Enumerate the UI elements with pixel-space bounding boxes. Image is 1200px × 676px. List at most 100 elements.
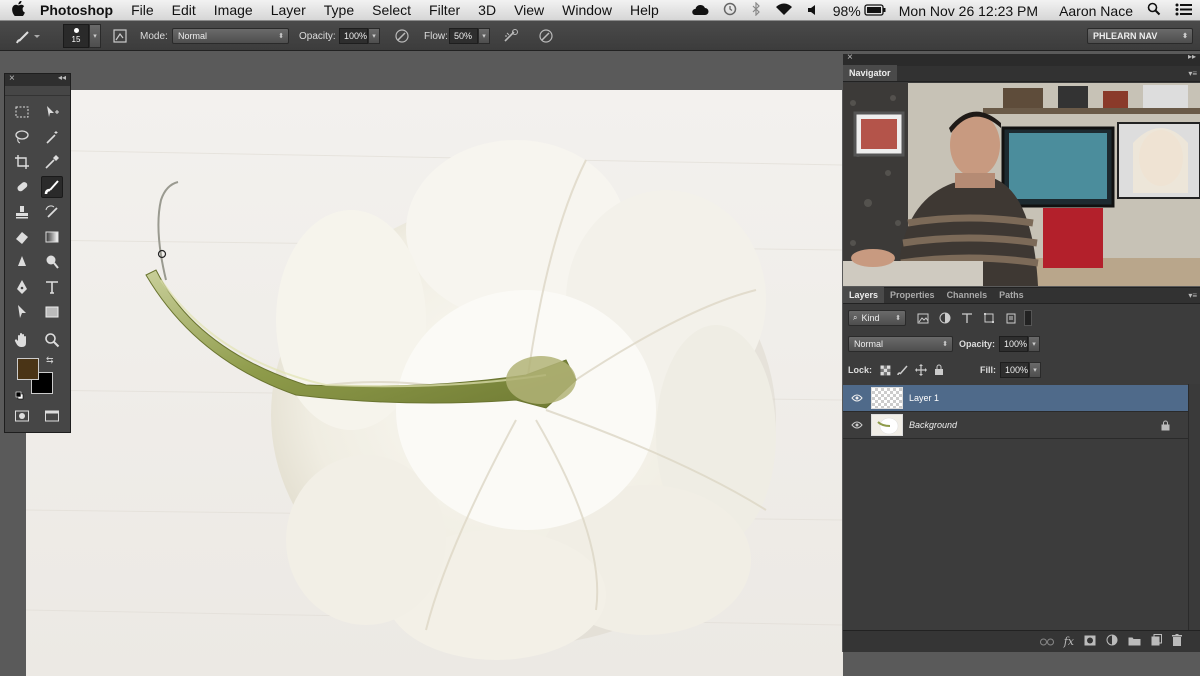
layer-opacity-dropdown[interactable]: ▾	[1028, 336, 1041, 352]
menu-help[interactable]: Help	[621, 2, 668, 18]
path-selection-tool-icon[interactable]	[11, 301, 33, 323]
type-tool-icon[interactable]	[41, 276, 63, 298]
menu-window[interactable]: Window	[553, 2, 621, 18]
fill-input[interactable]: 100%	[1000, 362, 1030, 378]
spotlight-search-icon[interactable]	[1140, 2, 1168, 19]
screen-mode-icon[interactable]	[41, 405, 63, 427]
menu-image[interactable]: Image	[205, 2, 262, 18]
clone-stamp-tool-icon[interactable]	[11, 201, 33, 223]
menu-3d[interactable]: 3D	[469, 2, 505, 18]
pressure-opacity-icon[interactable]	[392, 26, 412, 46]
opacity-dropdown[interactable]: ▾	[368, 28, 380, 44]
clock-datetime[interactable]: Mon Nov 26 12:23 PM	[892, 3, 1045, 19]
layer-row[interactable]: Background	[843, 412, 1188, 439]
lock-all-icon[interactable]	[930, 362, 948, 378]
apple-icon[interactable]	[0, 0, 36, 20]
collapse-icon[interactable]: ▸▸	[1188, 52, 1196, 61]
new-group-icon[interactable]	[1128, 633, 1141, 651]
marquee-tool-icon[interactable]	[11, 101, 33, 123]
menu-type[interactable]: Type	[315, 2, 363, 18]
lasso-tool-icon[interactable]	[11, 126, 33, 148]
wifi-icon[interactable]	[768, 3, 800, 19]
move-tool-icon[interactable]	[41, 101, 63, 123]
panel-menu-icon[interactable]: ▾≡	[1188, 291, 1197, 300]
menu-layer[interactable]: Layer	[262, 2, 315, 18]
visibility-eye-icon[interactable]	[843, 421, 871, 429]
new-layer-icon[interactable]	[1151, 633, 1162, 651]
panel-menu-icon[interactable]: ▾≡	[1188, 69, 1197, 78]
app-menu[interactable]: Photoshop	[36, 2, 122, 18]
brush-size-picker[interactable]: 15	[63, 24, 89, 48]
filter-pixel-icon[interactable]	[914, 310, 932, 326]
workspace-select[interactable]: PHLEARN NAV ⬍	[1087, 28, 1193, 44]
brush-panel-toggle-icon[interactable]	[110, 26, 130, 46]
swap-colors-icon[interactable]: ⇆	[46, 355, 54, 366]
layer-name[interactable]: Layer 1	[909, 393, 939, 403]
panel-grip[interactable]	[5, 86, 70, 96]
cloud-icon[interactable]	[684, 3, 716, 19]
visibility-eye-icon[interactable]	[843, 394, 871, 402]
close-icon[interactable]: ×	[9, 73, 15, 84]
collapse-icon[interactable]: ◂◂	[58, 73, 66, 82]
rectangle-tool-icon[interactable]	[41, 301, 63, 323]
brush-tool-icon[interactable]	[41, 176, 63, 198]
battery-label[interactable]: 98%	[826, 3, 868, 19]
link-layers-icon[interactable]	[1039, 633, 1054, 651]
fill-dropdown[interactable]: ▾	[1029, 362, 1042, 378]
tab-layers[interactable]: Layers	[843, 287, 885, 303]
hand-tool-icon[interactable]	[11, 329, 33, 351]
airbrush-icon[interactable]	[501, 26, 521, 46]
history-brush-tool-icon[interactable]	[41, 201, 63, 223]
filter-kind-select[interactable]: ⌕ Kind ⬍	[848, 310, 906, 326]
flow-input[interactable]: 50%	[449, 28, 478, 44]
tab-properties[interactable]: Properties	[884, 287, 941, 303]
volume-icon[interactable]	[800, 3, 826, 19]
filter-smart-object-icon[interactable]	[1002, 310, 1020, 326]
opacity-input[interactable]: 100%	[339, 28, 368, 44]
filter-adjustment-icon[interactable]	[936, 310, 954, 326]
filter-type-icon[interactable]	[958, 310, 976, 326]
eyedropper-tool-icon[interactable]	[41, 151, 63, 173]
healing-brush-tool-icon[interactable]	[11, 176, 33, 198]
filter-shape-icon[interactable]	[980, 310, 998, 326]
add-mask-icon[interactable]	[1084, 633, 1096, 651]
pressure-size-icon[interactable]	[536, 26, 556, 46]
layers-scrollbar[interactable]	[1188, 384, 1200, 630]
tab-channels[interactable]: Channels	[941, 287, 994, 303]
lock-image-pixels-icon[interactable]	[894, 362, 912, 378]
layer-row[interactable]: Layer 1	[843, 385, 1188, 412]
time-machine-icon[interactable]	[716, 2, 744, 19]
pen-tool-icon[interactable]	[11, 276, 33, 298]
menu-file[interactable]: File	[122, 2, 163, 18]
filter-toggle[interactable]	[1024, 310, 1032, 326]
lock-transparent-pixels-icon[interactable]	[876, 362, 894, 378]
navigator-preview[interactable]	[843, 83, 1200, 286]
delete-layer-icon[interactable]	[1172, 633, 1182, 651]
close-icon[interactable]: ×	[847, 52, 853, 63]
blend-mode-select[interactable]: Normal ⬍	[848, 336, 953, 352]
layer-style-fx-icon[interactable]: fx	[1064, 635, 1074, 648]
layer-lock-icon[interactable]	[1161, 420, 1170, 433]
tab-navigator[interactable]: Navigator	[843, 65, 897, 81]
blur-tool-icon[interactable]	[11, 251, 33, 273]
brush-size-dropdown[interactable]: ▾	[89, 24, 101, 48]
bluetooth-icon[interactable]	[744, 1, 768, 19]
notification-center-icon[interactable]	[1168, 3, 1200, 19]
dodge-tool-icon[interactable]	[41, 251, 63, 273]
foreground-color-swatch[interactable]	[17, 358, 39, 380]
flow-dropdown[interactable]: ▾	[478, 28, 490, 44]
crop-tool-icon[interactable]	[11, 151, 33, 173]
mode-select[interactable]: Normal ⬍	[172, 28, 289, 44]
menu-filter[interactable]: Filter	[420, 2, 469, 18]
layer-opacity-input[interactable]: 100%	[999, 336, 1029, 352]
menu-view[interactable]: View	[505, 2, 553, 18]
magic-wand-tool-icon[interactable]	[41, 126, 63, 148]
gradient-tool-icon[interactable]	[41, 226, 63, 248]
adjustment-layer-icon[interactable]	[1106, 633, 1118, 651]
brush-tool-preset-icon[interactable]	[14, 21, 40, 51]
menu-select[interactable]: Select	[363, 2, 420, 18]
quick-mask-icon[interactable]	[11, 405, 33, 427]
zoom-tool-icon[interactable]	[41, 329, 63, 351]
tab-paths[interactable]: Paths	[993, 287, 1030, 303]
eraser-tool-icon[interactable]	[11, 226, 33, 248]
